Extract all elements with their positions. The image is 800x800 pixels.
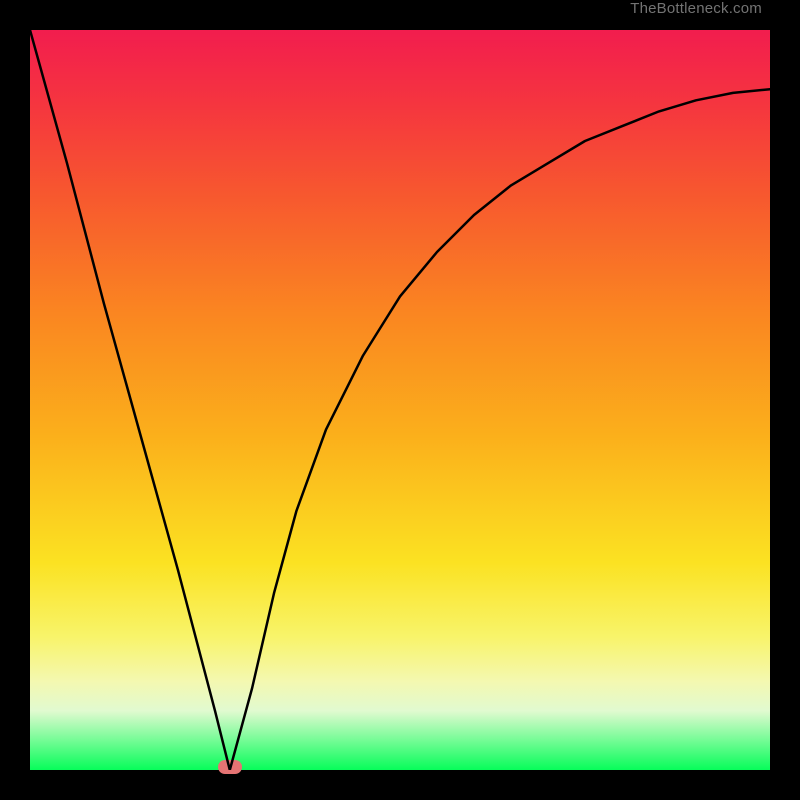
plot-area xyxy=(30,30,770,770)
bottleneck-curve-svg xyxy=(30,30,770,770)
attribution-label: TheBottleneck.com xyxy=(630,0,762,17)
bottleneck-curve-path xyxy=(30,30,770,770)
bottleneck-chart: TheBottleneck.com xyxy=(0,0,800,800)
